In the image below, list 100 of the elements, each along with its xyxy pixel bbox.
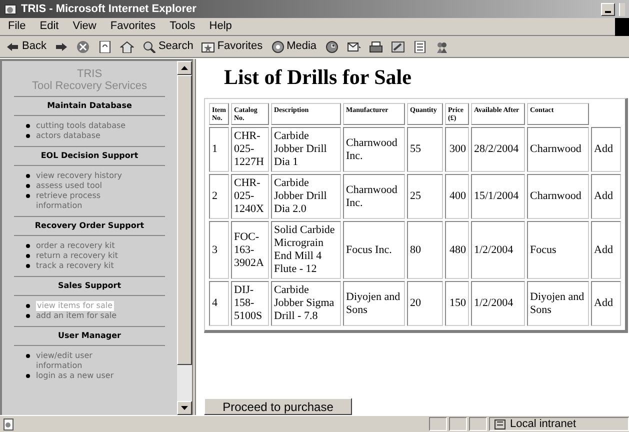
add-link[interactable]: Add	[591, 221, 621, 279]
star-folder-icon	[201, 40, 216, 52]
home-button[interactable]	[120, 40, 134, 52]
sidebar-subtitle: Tool Recovery Services	[31, 80, 148, 92]
bullet-icon	[26, 304, 30, 308]
edit-button[interactable]	[390, 40, 405, 52]
proceed-button[interactable]: Proceed to purchase	[204, 398, 352, 415]
zone-label: Local intranet	[510, 416, 576, 432]
table-cell: Diyojen and Sons	[527, 281, 589, 326]
table-cell: Carbide Jobber Sigma Drill - 7.8	[271, 281, 341, 326]
status-panel	[429, 417, 447, 431]
menu-item[interactable]: File	[8, 18, 26, 35]
bullet-icon	[26, 174, 30, 178]
status-panel	[469, 417, 487, 431]
people-icon	[434, 40, 449, 52]
mail-button[interactable]	[346, 40, 361, 52]
intranet-icon	[494, 418, 506, 430]
window-title: TRIS - Microsoft Internet Explorer	[21, 2, 196, 17]
print-button[interactable]	[368, 40, 383, 52]
document-icon	[412, 40, 427, 52]
table-cell: 25	[407, 174, 443, 219]
table-cell: Charnwood Inc.	[343, 174, 405, 219]
bullet-icon	[26, 134, 30, 138]
table-cell: Diyojen and Sons	[343, 281, 405, 326]
table-cell: 300	[445, 127, 469, 172]
bullet-icon	[26, 124, 30, 128]
table-cell: 400	[445, 174, 469, 219]
add-link[interactable]: Add	[591, 174, 621, 219]
sidebar-link[interactable]: add an item for sale	[36, 311, 141, 321]
bullet-icon	[26, 194, 30, 198]
throbber-logo	[615, 18, 629, 36]
bullet-icon	[26, 314, 30, 318]
table-cell: 55	[407, 127, 443, 172]
messenger-button[interactable]	[434, 40, 449, 52]
browser-icon	[4, 2, 17, 16]
table-cell: 1	[209, 127, 229, 172]
scroll-up-button[interactable]	[177, 61, 192, 75]
sidebar-link[interactable]: return a recovery kit	[36, 251, 141, 261]
table-cell: 28/2/2004	[471, 127, 525, 172]
media-button[interactable]: Media	[270, 38, 317, 55]
back-button[interactable]: Back	[6, 38, 46, 55]
menu-item[interactable]: View	[72, 18, 96, 35]
table-cell: CHR-025-1240X	[231, 174, 269, 219]
table-cell: Carbide Jobber Drill Dia 2.0	[271, 174, 341, 219]
sidebar-link[interactable]: login as a new user	[36, 371, 141, 381]
table-cell: 1/2/2004	[471, 281, 525, 326]
sidebar-link[interactable]: track a recovery kit	[36, 261, 141, 271]
table-cell: Solid Carbide Micrograin End Mill 4 Flute - 12	[271, 221, 341, 279]
scroll-thumb[interactable]	[177, 75, 192, 365]
table-cell: 20	[407, 281, 443, 326]
printer-icon	[368, 40, 383, 52]
favorites-button[interactable]: Favorites	[201, 38, 263, 55]
section-heading: EOL Decision Support	[14, 146, 165, 165]
menu-item[interactable]: Favorites	[110, 18, 156, 35]
table-cell: 150	[445, 281, 469, 326]
sidebar-link[interactable]: actors database	[36, 131, 141, 141]
refresh-button[interactable]	[98, 40, 112, 52]
table-cell: Charnwood	[527, 127, 589, 172]
discuss-button[interactable]	[412, 40, 427, 52]
bullet-icon	[26, 354, 30, 358]
scroll-down-button[interactable]	[177, 401, 192, 415]
table-cell: 1/2/2004	[471, 221, 525, 279]
clock-icon	[324, 40, 339, 52]
envelope-icon	[346, 40, 361, 52]
section-heading: Recovery Order Support	[14, 216, 165, 235]
table-cell: 4	[209, 281, 229, 326]
table-cell: Focus Inc.	[343, 221, 405, 279]
sidebar-link[interactable]: cutting tools database	[36, 121, 141, 131]
bullet-icon	[26, 184, 30, 188]
up-arrow-icon	[181, 66, 188, 70]
menu-item[interactable]: Help	[209, 18, 232, 35]
section-heading: User Manager	[14, 326, 165, 345]
table-cell: 480	[445, 221, 469, 279]
history-button[interactable]	[324, 40, 339, 52]
table-cell: Charnwood Inc.	[343, 127, 405, 172]
stop-button[interactable]	[76, 40, 90, 52]
forward-button[interactable]	[54, 40, 68, 52]
add-link[interactable]: Add	[591, 281, 621, 326]
table-cell: 80	[407, 221, 443, 279]
minimize-button[interactable]	[601, 2, 615, 16]
table-cell: Carbide Jobber Drill Dia 1	[271, 127, 341, 172]
menu-item[interactable]: Edit	[40, 18, 59, 35]
page-heading: List of Drills for Sale	[223, 65, 412, 89]
table-cell: CHR-025-1227H	[231, 127, 269, 172]
bullet-icon	[26, 254, 30, 258]
table-cell: Focus	[527, 221, 589, 279]
sidebar-link[interactable]: order a recovery kit	[36, 241, 141, 251]
sidebar-link[interactable]: retrieve process information	[36, 191, 141, 211]
edit-icon	[390, 40, 405, 52]
sidebar-link[interactable]: assess used tool	[36, 181, 141, 191]
sidebar-link[interactable]: view recovery history	[36, 171, 141, 181]
stop-icon	[76, 40, 90, 52]
add-link[interactable]: Add	[591, 127, 621, 172]
table-cell: Charnwood	[527, 174, 589, 219]
section-heading: Sales Support	[14, 276, 165, 295]
table-cell: DIJ-158-5100S	[231, 281, 269, 326]
sidebar-title: TRIS	[76, 69, 104, 80]
search-button[interactable]: Search	[142, 38, 194, 55]
menu-item[interactable]: Tools	[170, 18, 196, 35]
page-icon	[2, 418, 15, 430]
